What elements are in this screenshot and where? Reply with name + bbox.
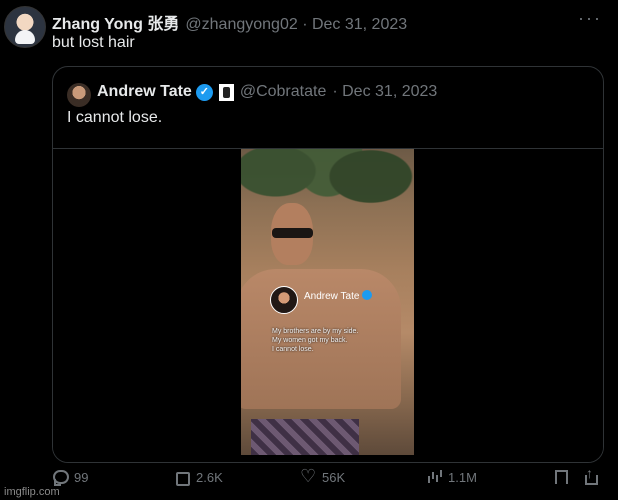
overlay-caption: My brothers are by my side. My women got… — [272, 327, 397, 354]
like-button[interactable]: 56K — [300, 466, 346, 487]
post-text: but lost hair — [52, 34, 135, 51]
overlay-name: Andrew Tate — [304, 290, 373, 302]
bookmark-icon — [552, 469, 568, 485]
views-icon — [426, 469, 442, 485]
author-avatar[interactable] — [4, 6, 46, 48]
overlay-line-3: I cannot lose. — [272, 346, 314, 353]
reply-icon — [52, 469, 69, 486]
sunglasses — [272, 228, 313, 238]
quoted-tweet[interactable]: Andrew Tate ✓ @Cobratate · Dec 31, 2023 … — [52, 66, 604, 463]
person-shorts — [251, 419, 359, 455]
quoted-header: Andrew Tate ✓ @Cobratate · Dec 31, 2023 — [97, 83, 437, 101]
quoted-text: I cannot lose. — [67, 109, 163, 126]
quoted-author-avatar[interactable] — [67, 83, 91, 107]
author-handle[interactable]: @zhangyong02 — [185, 16, 297, 33]
quoted-date[interactable]: · Dec 31, 2023 — [332, 83, 437, 101]
quoted-handle[interactable]: @Cobratate — [240, 83, 327, 101]
reply-count: 99 — [74, 469, 89, 485]
share-icon — [582, 465, 598, 485]
verified-badge-icon: ✓ — [195, 83, 213, 101]
media-frame[interactable]: Andrew Tate My brothers are by my side. … — [53, 148, 603, 462]
author-name[interactable]: Zhang Yong 张勇 — [52, 16, 179, 33]
bookmark-button[interactable] — [552, 469, 568, 485]
post-date[interactable]: · Dec 31, 2023 — [302, 16, 407, 33]
overlay-verified-icon — [362, 290, 373, 300]
action-bar: 99 2.6K 56K 1.1M — [52, 465, 602, 493]
post-header: Zhang Yong 张勇 @zhangyong02 · Dec 31, 2023 — [52, 10, 407, 34]
author-handle-date: @zhangyong02 · Dec 31, 2023 — [185, 16, 407, 33]
repost-button[interactable]: 2.6K — [174, 469, 223, 486]
views-button[interactable]: 1.1M — [426, 469, 477, 485]
overlay-line-1: My brothers are by my side. — [272, 328, 359, 335]
background-foliage — [241, 149, 414, 259]
like-count: 56K — [322, 469, 346, 485]
reply-button[interactable]: 99 — [52, 469, 89, 486]
share-button[interactable] — [582, 465, 598, 485]
like-icon — [300, 466, 316, 487]
retweet-icon — [174, 469, 190, 486]
repost-count: 2.6K — [196, 469, 223, 485]
affiliation-badge-icon — [218, 83, 234, 101]
more-options-button[interactable]: ··· — [578, 8, 602, 29]
overlay-line-2: My women got my back. — [272, 337, 348, 344]
imgflip-watermark: imgflip.com — [4, 486, 60, 498]
view-count: 1.1M — [448, 469, 477, 485]
quoted-author-name[interactable]: Andrew Tate — [97, 83, 192, 101]
video-thumbnail[interactable]: Andrew Tate My brothers are by my side. … — [241, 149, 414, 455]
overlay-avatar — [270, 286, 298, 314]
